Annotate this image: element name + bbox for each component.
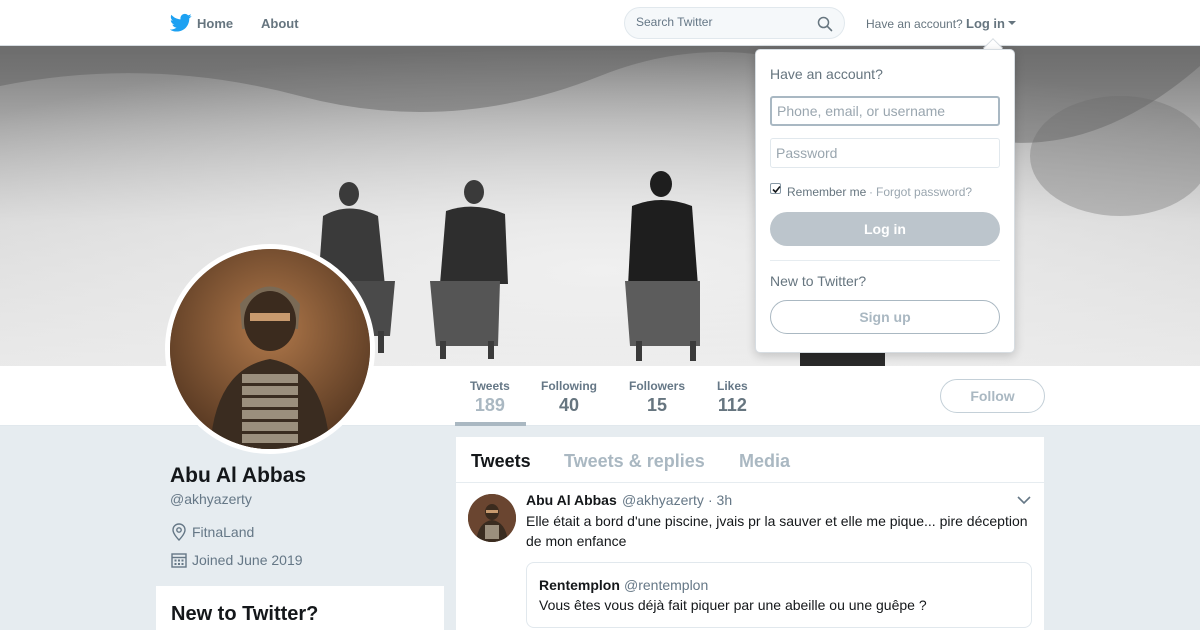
remember-me-checkbox[interactable] [770,183,781,194]
quoted-text: Vous êtes vous déjà fait piquer par une … [539,597,927,613]
stat-followers[interactable]: Followers 15 [629,379,685,416]
new-to-twitter-panel: New to Twitter? [156,586,444,630]
quoted-author-handle: @rentemplon [624,577,709,593]
tab-media[interactable]: Media [739,451,790,472]
tweet-timestamp[interactable]: · 3h [708,492,732,508]
profile-joined-date: Joined June 2019 [192,552,303,568]
location-pin-icon [172,523,186,541]
checkmark-icon [772,185,781,194]
tweet-text: Elle était a bord d'une piscine, jvais p… [526,513,1028,549]
stat-likes[interactable]: Likes 112 [717,379,748,416]
quoted-author-name: Rentemplon [539,577,620,593]
tweet-avatar[interactable] [468,494,516,542]
quoted-tweet[interactable]: Rentemplon @rentemplon Vous êtes vous dé… [526,562,1032,628]
login-dropdown: Have an account? Remember me · Forgot pa… [755,49,1015,353]
forgot-password-link[interactable]: Forgot password? [876,185,972,199]
dropdown-title: Have an account? [770,66,883,82]
caret-down-icon[interactable] [1008,21,1016,25]
nav-home-link[interactable]: Home [197,16,233,31]
new-to-twitter-text: New to Twitter? [770,273,867,289]
tweet-author-handle[interactable]: @akhyazerty [622,492,704,508]
remember-me-label[interactable]: Remember me [787,185,866,199]
active-stat-underline [455,422,526,426]
stat-label: Following [541,379,597,393]
new-to-twitter-heading: New to Twitter? [171,603,319,625]
profile-handle[interactable]: @akhyazerty [170,491,252,507]
stat-value: 112 [717,395,747,415]
profile-avatar[interactable] [165,244,375,454]
divider [770,260,1000,261]
avatar-portrait [170,249,370,449]
search-input[interactable] [636,15,806,29]
login-button[interactable]: Log in [770,212,1000,246]
stat-value: 40 [558,395,580,415]
password-field[interactable] [770,138,1000,168]
username-field[interactable] [770,96,1000,126]
nav-about-link[interactable]: About [261,16,299,31]
stat-value: 15 [646,395,668,415]
follow-button[interactable]: Follow [940,379,1045,413]
stat-label: Tweets [470,379,510,393]
signup-button[interactable]: Sign up [770,300,1000,334]
top-navigation-bar: Home About Have an account? Log in [0,0,1200,46]
search-box[interactable] [624,7,845,39]
profile-location: FitnaLand [192,524,255,540]
separator-dot: · [869,185,873,199]
login-menu-link[interactable]: Log in [966,16,1005,31]
timeline: Tweets Tweets & replies Media Abu Al Abb… [456,437,1044,630]
stat-value: 189 [474,395,505,415]
profile-name[interactable]: Abu Al Abbas [170,464,306,488]
chevron-down-icon[interactable] [1017,495,1031,505]
stat-tweets[interactable]: Tweets 189 [470,379,510,416]
avatar-portrait [468,494,516,542]
tweet-author-name[interactable]: Abu Al Abbas [526,492,617,508]
stat-label: Followers [629,379,686,393]
search-icon[interactable] [817,16,833,32]
calendar-icon [171,553,187,568]
stat-label: Likes [717,379,748,393]
have-account-text: Have an account? [866,17,963,31]
timeline-tabs: Tweets Tweets & replies Media [456,437,1044,483]
tab-tweets[interactable]: Tweets [471,451,531,472]
stat-following[interactable]: Following 40 [541,379,597,416]
twitter-bird-icon[interactable] [170,13,192,33]
tab-tweets-replies[interactable]: Tweets & replies [564,451,705,472]
